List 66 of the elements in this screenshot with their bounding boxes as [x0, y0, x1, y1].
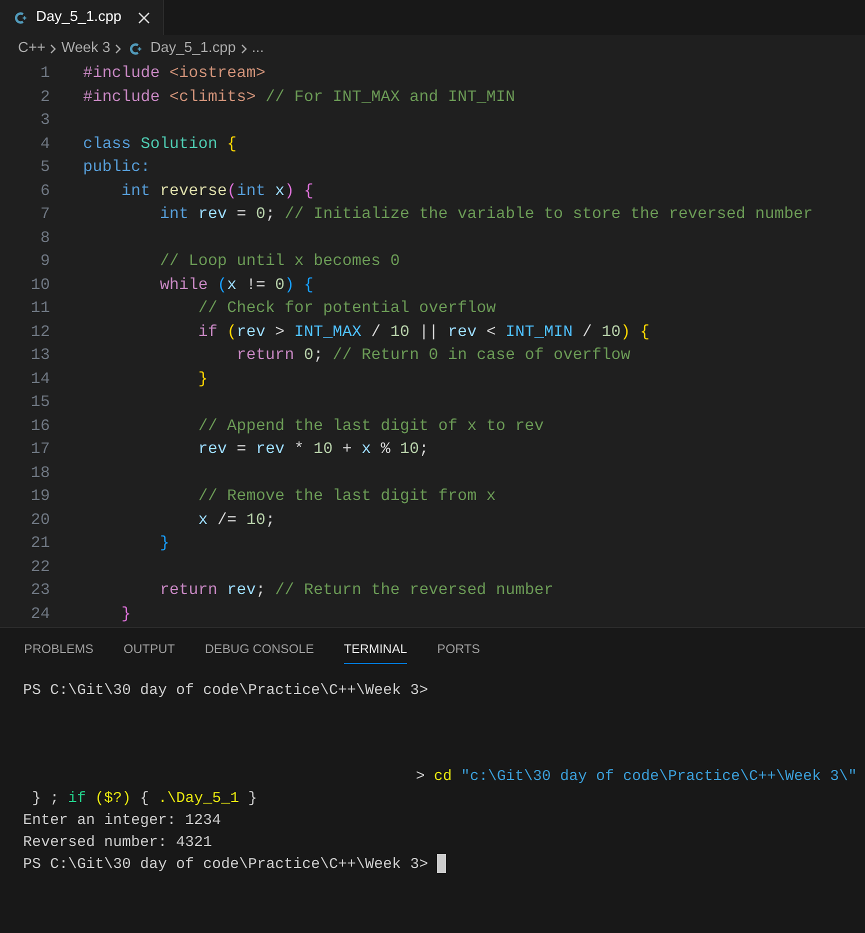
code-line: #include <iostream> — [82, 63, 266, 84]
code-line: #include <climits> // For INT_MAX and INT_MIN — [82, 86, 516, 108]
panel-tab[interactable]: TERMINAL — [344, 640, 408, 664]
panel-tab[interactable]: DEBUG CONSOLE — [204, 640, 314, 664]
breadcrumb-item[interactable]: Day_5_1.cpp — [150, 38, 236, 60]
line-number: 9 — [39, 251, 50, 272]
terminal-line: Enter an integer: 1234 — [23, 812, 222, 829]
terminal-line: Reversed number: 4321 — [23, 834, 212, 851]
terminal-cursor — [437, 854, 446, 874]
code-line: return rev; // Return the reversed number — [158, 580, 554, 601]
line-number: 23 — [30, 580, 50, 601]
line-number: 8 — [39, 228, 50, 248]
code-line: // Append the last digit of x to rev — [197, 416, 544, 436]
line-number: 15 — [30, 392, 50, 413]
terminal-line: > cd "c:\Git\30 day of code\Practice\C++\Week 3\" — [416, 768, 857, 785]
code-line: class Solution { — [82, 134, 237, 154]
line-number: 3 — [39, 110, 50, 131]
code-line: } — [158, 533, 170, 554]
code-line: rev = rev * 10 + x % 10; — [197, 439, 429, 460]
chevron-right-icon — [240, 42, 248, 54]
code-line: while (x != 0) { — [158, 274, 314, 296]
code-line: // Check for potential overflow — [197, 298, 496, 319]
terminal-line: PS C:\Git\30 day of code\Practice\C++\Week 3> — [23, 856, 428, 873]
code-line: // Remove the last digit from x — [197, 486, 496, 507]
code-line: } — [120, 604, 132, 624]
line-number: 11 — [30, 298, 50, 319]
line-number: 4 — [39, 134, 50, 154]
code-line: } — [197, 368, 208, 390]
chevron-right-icon — [114, 42, 122, 54]
line-number: 20 — [30, 510, 50, 530]
line-number: 19 — [30, 486, 50, 507]
close-icon[interactable] — [137, 10, 152, 24]
code-line: int reverse(int x) { — [120, 180, 314, 202]
code-line: // Loop until x becomes 0 — [158, 251, 400, 272]
code-line: if (rev > INT_MAX / 10 || rev < INT_MIN / 10) { — [197, 322, 650, 342]
line-number: 16 — [30, 416, 50, 436]
code-line: int rev = 0; // Initialize the variable to store the reversed number — [158, 204, 813, 225]
line-number: 12 — [30, 322, 50, 342]
line-number: 18 — [30, 462, 50, 484]
line-number: 7 — [39, 204, 50, 225]
chevron-right-icon — [49, 42, 58, 54]
code-line: x /= 10; — [197, 510, 276, 530]
line-number: 6 — [39, 180, 50, 202]
editor-tab[interactable]: Day_5_1.cpp — [0, 0, 164, 35]
panel-tab[interactable]: PROBLEMS — [24, 640, 94, 664]
line-number: 5 — [39, 157, 50, 178]
line-number: 24 — [30, 604, 50, 624]
line-number: 17 — [30, 439, 50, 460]
line-number: 10 — [30, 274, 50, 296]
line-number: 2 — [39, 86, 50, 108]
line-number: 21 — [30, 533, 50, 554]
panel-tab[interactable]: OUTPUT — [123, 640, 175, 664]
line-number: 13 — [30, 345, 50, 366]
terminal-line: PS C:\Git\30 day of code\Practice\C++\Week 3> — [23, 682, 428, 699]
cpp-file-icon — [129, 42, 144, 56]
line-number: 14 — [30, 368, 50, 390]
breadcrumb-item[interactable]: ... — [252, 38, 264, 60]
breadcrumb-item[interactable]: C++ — [18, 38, 46, 60]
panel-tab[interactable]: PORTS — [437, 640, 480, 664]
terminal-line: } ; if ($?) { .\Day_5_1 } — [31, 790, 258, 807]
breadcrumb-item[interactable]: Week 3 — [61, 38, 110, 60]
code-line: return 0; // Return 0 in case of overflow — [236, 345, 630, 366]
code-line: public: — [82, 157, 150, 178]
line-number: 1 — [39, 63, 50, 84]
cpp-file-icon — [14, 10, 28, 24]
line-number: 22 — [30, 556, 50, 578]
